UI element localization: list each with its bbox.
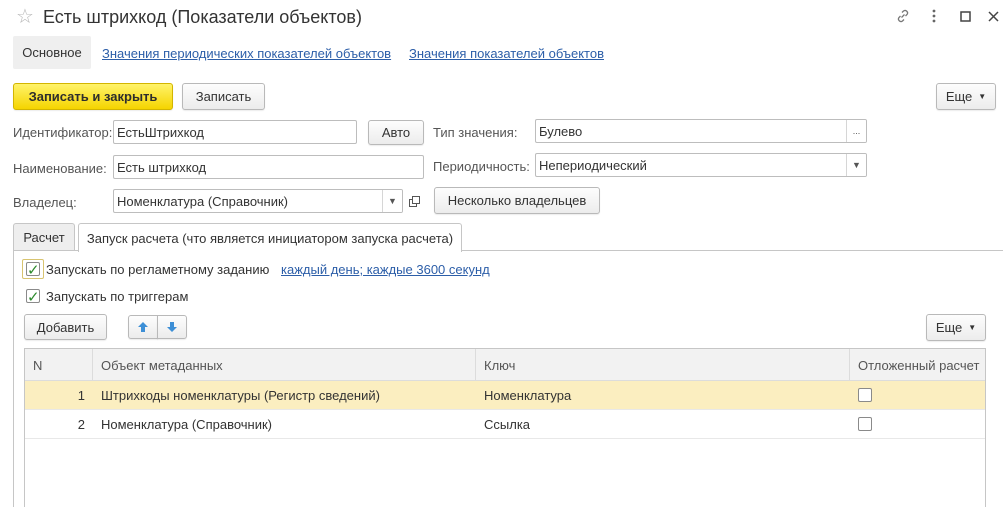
tab-calculation[interactable]: Расчет <box>13 223 75 251</box>
save-and-close-button[interactable]: Записать и закрыть <box>13 83 173 110</box>
chevron-down-icon: ▼ <box>978 92 987 101</box>
check-icon: ✓ <box>27 289 40 306</box>
periodicity-label: Периодичность: <box>433 159 530 174</box>
more-button[interactable]: Еще ▼ <box>936 83 996 110</box>
add-button[interactable]: Добавить <box>24 314 107 340</box>
move-down-button[interactable] <box>157 315 187 339</box>
cell-deferred <box>850 381 985 409</box>
table-row[interactable]: 1 Штрихкоды номенклатуры (Регистр сведен… <box>25 381 985 410</box>
cell-n: 2 <box>77 416 85 432</box>
triggers-checkbox[interactable]: ✓ <box>26 289 40 306</box>
id-value: ЕстьШтрихкод <box>117 124 204 140</box>
id-label: Идентификатор: <box>13 125 113 140</box>
scheduled-label: Запускать по регламетному заданию <box>46 262 270 277</box>
deferred-checkbox[interactable] <box>858 417 872 431</box>
arrow-down-icon <box>167 322 177 332</box>
panel-border <box>13 250 14 507</box>
cell-key: Номенклатура <box>484 387 572 403</box>
cell-object: Штрихкоды номенклатуры (Регистр сведений… <box>101 387 380 403</box>
owner-value: Номенклатура (Справочник) <box>117 193 289 209</box>
table-more-button[interactable]: Еще ▼ <box>926 314 986 341</box>
several-owners-button[interactable]: Несколько владельцев <box>434 187 600 214</box>
cell-deferred <box>850 410 985 438</box>
value-type-label: Тип значения: <box>433 125 518 140</box>
close-icon[interactable] <box>983 6 1003 26</box>
favorite-star-icon[interactable]: ☆ <box>16 7 34 27</box>
column-header-n[interactable]: N <box>25 349 93 381</box>
value-type-value: Булево <box>539 123 583 139</box>
table-more-label: Еще <box>935 320 963 335</box>
auto-button[interactable]: Авто <box>368 120 424 145</box>
tab-divider <box>462 250 1003 251</box>
dropdown-icon[interactable]: ▼ <box>382 190 402 212</box>
name-field[interactable]: Есть штрихкод <box>113 155 424 179</box>
name-value: Есть штрихкод <box>117 159 207 175</box>
nav-object-values-link[interactable]: Значения показателей объектов <box>409 46 604 61</box>
triggers-label: Запускать по триггерам <box>46 289 189 304</box>
periodicity-select[interactable]: Непериодический ▼ <box>535 153 867 177</box>
cell-key: Ссылка <box>484 416 531 432</box>
save-button[interactable]: Записать <box>182 83 265 110</box>
link-icon[interactable] <box>893 6 913 26</box>
schedule-link[interactable]: каждый день; каждые 3600 секунд <box>281 262 490 277</box>
objects-table[interactable]: N Объект метаданных Ключ Отложенный расч… <box>24 348 986 507</box>
more-icon[interactable] <box>924 6 944 26</box>
name-label: Наименование: <box>13 161 107 176</box>
cell-n: 1 <box>77 387 85 403</box>
maximize-icon[interactable] <box>955 6 975 26</box>
more-button-label: Еще <box>945 89 973 104</box>
check-icon: ✓ <box>27 262 40 279</box>
arrow-up-icon <box>138 322 148 332</box>
nav-periodic-values-link[interactable]: Значения периодических показателей объек… <box>102 46 391 61</box>
column-header-object[interactable]: Объект метаданных <box>93 349 476 381</box>
move-up-button[interactable] <box>128 315 158 339</box>
owner-select[interactable]: Номенклатура (Справочник) ▼ <box>113 189 403 213</box>
scheduled-checkbox[interactable]: ✓ <box>26 262 40 279</box>
ellipsis-icon[interactable]: ... <box>846 120 866 142</box>
value-type-field[interactable]: Булево ... <box>535 119 867 143</box>
table-header: N Объект метаданных Ключ Отложенный расч… <box>25 349 985 381</box>
dropdown-icon[interactable]: ▼ <box>846 154 866 176</box>
cell-object: Номенклатура (Справочник) <box>101 416 273 432</box>
tab-divider <box>13 250 78 251</box>
window-title: Есть штрихкод (Показатели объектов) <box>43 7 362 27</box>
nav-main[interactable]: Основное <box>13 36 91 69</box>
owner-label: Владелец: <box>13 195 77 210</box>
open-icon[interactable] <box>405 191 423 211</box>
column-header-key[interactable]: Ключ <box>476 349 850 381</box>
id-field[interactable]: ЕстьШтрихкод <box>113 120 357 144</box>
column-header-deferred[interactable]: Отложенный расчет <box>850 349 985 381</box>
table-row[interactable]: 2 Номенклатура (Справочник) Ссылка <box>25 410 985 439</box>
periodicity-value: Непериодический <box>539 157 647 173</box>
deferred-checkbox[interactable] <box>858 388 872 402</box>
chevron-down-icon: ▼ <box>968 323 977 332</box>
tab-launch-calculation[interactable]: Запуск расчета (что является инициатором… <box>78 223 462 252</box>
